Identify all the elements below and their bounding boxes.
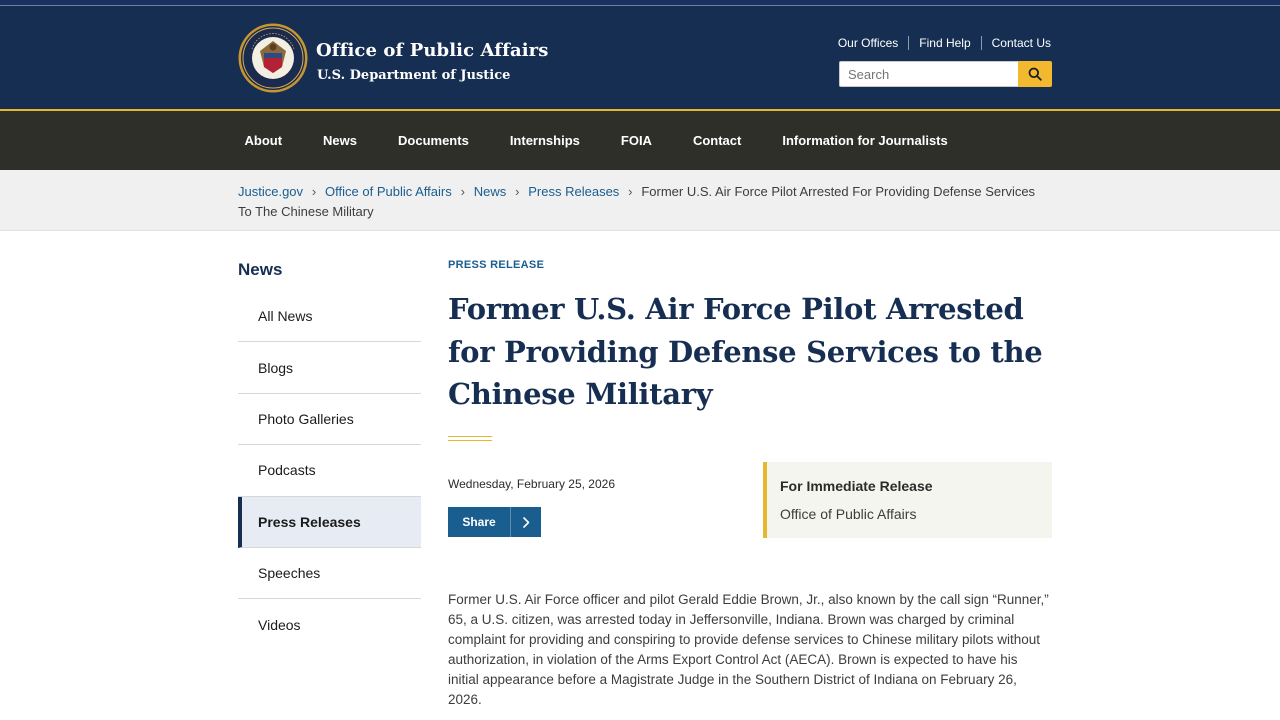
release-office: Office of Public Affairs: [780, 506, 917, 522]
main-nav-foia[interactable]: FOIA: [600, 133, 672, 148]
main-nav-contact[interactable]: Contact: [672, 133, 761, 148]
release-title: For Immediate Release: [780, 478, 933, 494]
breadcrumb-link-opa[interactable]: Office of Public Affairs: [325, 184, 452, 199]
share-button-label: Share: [462, 515, 496, 529]
sidebar-item-photo-galleries[interactable]: Photo Galleries: [238, 394, 421, 446]
main-nav-internships[interactable]: Internships: [489, 133, 600, 148]
utility-link-contact-us[interactable]: Contact Us: [992, 36, 1051, 50]
sidebar-item-press-releases[interactable]: Press Releases: [238, 496, 421, 548]
breadcrumb-bar: Justice.gov › Office of Public Affairs › New…: [0, 170, 1280, 231]
share-button[interactable]: Share: [448, 507, 541, 537]
chevron-right-icon: ›: [515, 184, 520, 199]
sidebar-item-videos[interactable]: Videos: [238, 599, 421, 650]
utility-divider: [908, 36, 910, 50]
doj-seal-icon[interactable]: [238, 23, 308, 93]
chevron-right-icon: ›: [460, 184, 465, 199]
main-nav-journalists[interactable]: Information for Journalists: [762, 133, 968, 148]
main-nav-news[interactable]: News: [303, 133, 378, 148]
utility-link-our-offices[interactable]: Our Offices: [838, 36, 898, 50]
utility-nav: Our Offices Find Help Contact Us: [838, 36, 1051, 50]
site-title[interactable]: Office of Public Affairs: [316, 40, 548, 61]
main-nav-about[interactable]: About: [224, 133, 303, 148]
breadcrumb-link-press-releases[interactable]: Press Releases: [528, 184, 619, 199]
title-rule: [448, 436, 492, 441]
publish-date: Wednesday, February 25, 2026: [448, 477, 615, 491]
sidebar-item-podcasts[interactable]: Podcasts: [238, 445, 421, 497]
article-eyebrow: PRESS RELEASE: [448, 259, 545, 271]
chevron-right-icon: ›: [628, 184, 633, 199]
utility-link-find-help[interactable]: Find Help: [919, 36, 970, 50]
search-button[interactable]: [1018, 61, 1052, 87]
main-nav: About News Documents Internships FOIA Co…: [0, 111, 1280, 170]
sidebar-item-all-news[interactable]: All News: [238, 291, 421, 343]
site-subtitle: U.S. Department of Justice: [317, 68, 511, 83]
chevron-right-icon: [511, 516, 541, 528]
breadcrumb: Justice.gov › Office of Public Affairs › New…: [238, 182, 1038, 222]
breadcrumb-link-news[interactable]: News: [474, 184, 507, 199]
page-title: Former U.S. Air Force Pilot Arrested for…: [448, 292, 1043, 411]
utility-divider: [980, 36, 982, 50]
search-input[interactable]: [839, 61, 1019, 87]
sidebar-item-blogs[interactable]: Blogs: [238, 342, 421, 394]
search-icon: [1028, 67, 1042, 81]
main-nav-documents[interactable]: Documents: [378, 133, 490, 148]
chevron-right-icon: ›: [311, 184, 317, 199]
sidebar-title[interactable]: News: [238, 260, 282, 280]
site-header: Office of Public Affairs U.S. Department…: [0, 6, 1280, 109]
breadcrumb-link-justice[interactable]: Justice.gov: [238, 184, 303, 199]
sidebar-nav: All News Blogs Photo Galleries Podcasts …: [238, 291, 421, 651]
release-info-box: For Immediate Release Office of Public A…: [763, 462, 1052, 538]
sidebar-item-speeches[interactable]: Speeches: [238, 548, 421, 600]
article-body: Former U.S. Air Force officer and pilot …: [448, 592, 1049, 707]
